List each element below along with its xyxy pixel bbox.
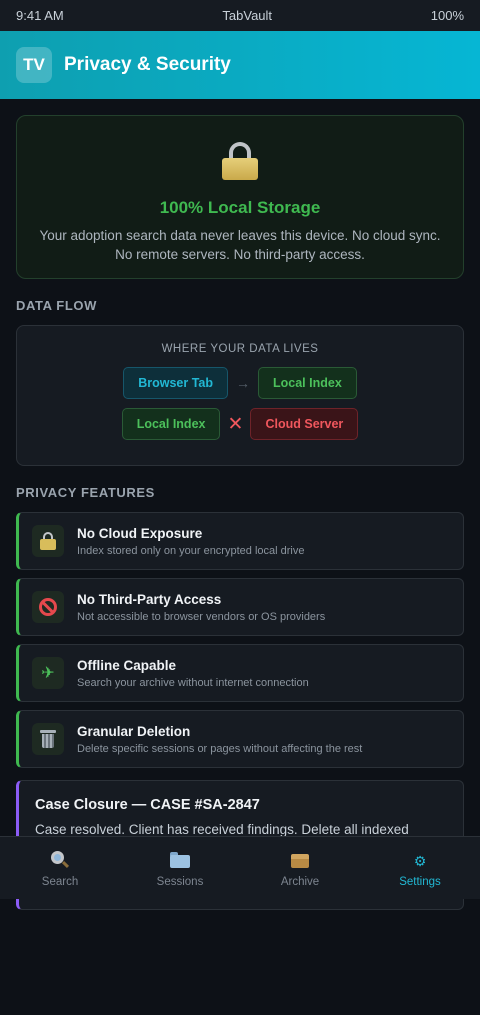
local-storage-card: 100% Local Storage Your adoption search … <box>16 115 464 279</box>
feature-description: Delete specific sessions or pages withou… <box>77 742 363 755</box>
flow-node-cloud-server: Cloud Server <box>250 408 359 440</box>
app-header: TV Privacy & Security <box>0 31 480 99</box>
case-description: Case resolved. Client has received findi… <box>35 822 409 837</box>
flow-node-local-index: Local Index <box>121 408 221 440</box>
trash-icon <box>40 730 56 748</box>
tab-label: Sessions <box>156 875 204 888</box>
feature-title: No Third-Party Access <box>77 591 222 607</box>
feature-title: Offline Capable <box>77 657 177 673</box>
airplane-icon: ✈ <box>41 665 55 682</box>
tab-sessions[interactable]: Sessions <box>120 837 240 899</box>
tab-label: Search <box>41 875 79 888</box>
status-app-name: TabVault <box>222 8 273 23</box>
hero-title: 100% Local Storage <box>159 198 321 217</box>
status-bar: 9:41 AM TabVault 100% <box>0 0 480 31</box>
case-title: Case Closure — CASE #SA-2847 <box>35 797 260 813</box>
lock-icon <box>222 142 258 180</box>
status-time: 9:41 AM <box>16 8 64 23</box>
data-flow-row-blocked: Local Index ✕ Cloud Server <box>121 408 359 440</box>
hero-description-line-1: Your adoption search data never leaves t… <box>39 228 441 243</box>
hero-description-line-2: No remote servers. No third-party access… <box>115 247 365 262</box>
tab-search[interactable]: Search <box>0 837 120 899</box>
data-flow-caption: WHERE YOUR DATA LIVES <box>161 343 319 355</box>
blocked-x-icon: ✕ <box>227 413 244 435</box>
tab-settings[interactable]: ⚙ Settings <box>360 837 480 899</box>
gear-icon: ⚙ <box>413 852 427 869</box>
tab-archive[interactable]: Archive <box>240 837 360 899</box>
archive-box-icon <box>291 854 309 868</box>
status-battery: 100% <box>430 8 464 23</box>
bottom-tab-bar: Search Sessions Archive ⚙ Settings <box>0 836 480 899</box>
tab-label: Settings <box>399 876 441 888</box>
feature-description: Search your archive without internet con… <box>77 676 309 689</box>
flow-node-local-index: Local Index <box>258 367 357 399</box>
flow-node-browser-tab: Browser Tab <box>123 367 228 399</box>
search-icon <box>51 850 70 869</box>
page-title: Privacy & Security <box>64 54 231 75</box>
lock-icon <box>40 532 56 550</box>
data-flow-row-allowed: Browser Tab → Local Index <box>123 367 357 399</box>
feature-title: No Cloud Exposure <box>77 525 203 541</box>
data-flow-card: WHERE YOUR DATA LIVES Browser Tab → Loca… <box>16 325 464 466</box>
feature-offline-capable: ✈ Offline Capable Search your archive wi… <box>16 644 464 702</box>
section-label-privacy-features: PRIVACY FEATURES <box>16 485 155 500</box>
tab-label: Archive <box>280 876 320 888</box>
main-content: 100% Local Storage Your adoption search … <box>0 99 480 910</box>
feature-granular-deletion: Granular Deletion Delete specific sessio… <box>16 710 464 768</box>
folder-icon <box>170 851 190 868</box>
app-logo: TV <box>16 47 52 83</box>
feature-no-third-party-access: No Third-Party Access Not accessible to … <box>16 578 464 636</box>
arrow-right-icon: → <box>236 375 250 391</box>
section-label-data-flow: DATA FLOW <box>16 298 97 313</box>
feature-title: Granular Deletion <box>77 723 191 739</box>
prohibited-icon <box>39 598 57 616</box>
feature-no-cloud-exposure: No Cloud Exposure Index stored only on y… <box>16 512 464 570</box>
feature-description: Index stored only on your encrypted loca… <box>77 544 305 557</box>
hero-description: Your adoption search data never leaves t… <box>30 226 450 264</box>
feature-description: Not accessible to browser vendors or OS … <box>77 610 326 623</box>
